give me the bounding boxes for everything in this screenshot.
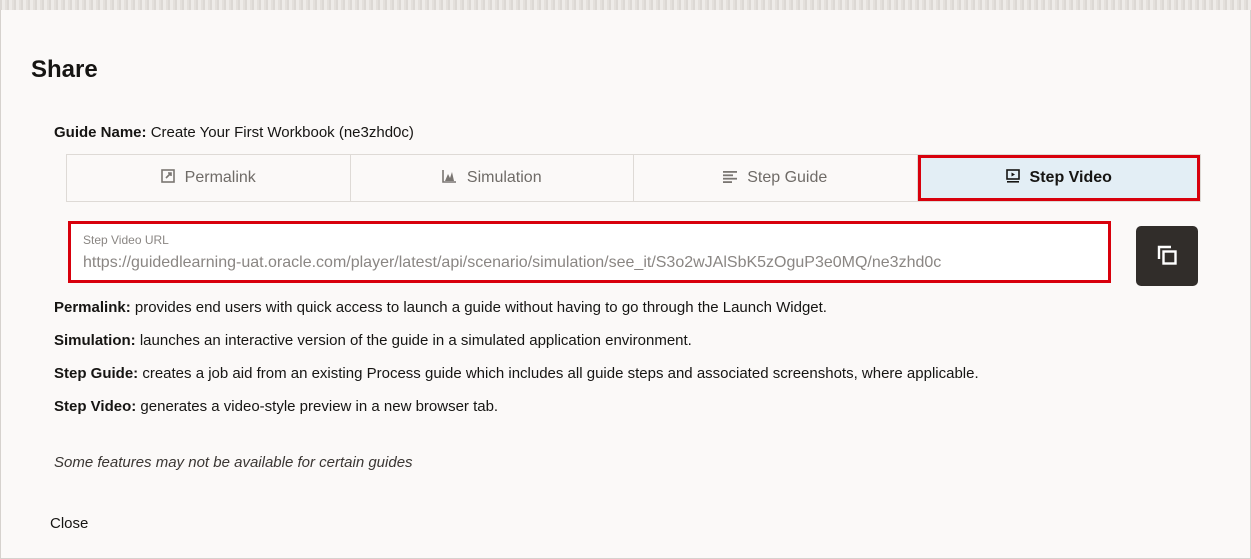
- description-text: launches an interactive version of the g…: [135, 332, 692, 349]
- description-text: generates a video-style preview in a new…: [136, 398, 499, 415]
- guide-name: Guide Name: Create Your First Workbook (…: [54, 124, 414, 141]
- availability-note: Some features may not be available for c…: [54, 454, 413, 471]
- copy-url-button[interactable]: [1136, 226, 1198, 286]
- tab-permalink-label: Permalink: [184, 169, 256, 186]
- description-text: provides end users with quick access to …: [130, 299, 827, 316]
- dialog-title: Share: [31, 56, 98, 83]
- external-link-icon: [160, 169, 175, 187]
- description-text: creates a job aid from an existing Proce…: [138, 365, 979, 382]
- tab-simulation[interactable]: Simulation: [351, 155, 634, 201]
- step-video-url-field: Step Video URL: [68, 221, 1111, 283]
- description-term: Step Video:: [54, 398, 137, 415]
- guide-name-label: Guide Name:: [54, 124, 147, 141]
- tab-step-video-label: Step Video: [1029, 169, 1112, 186]
- step-video-url-input[interactable]: [83, 254, 1103, 272]
- step-video-url-label: Step Video URL: [83, 233, 169, 247]
- share-type-tabs: Permalink Simulation Step Guide Step Vid…: [66, 154, 1201, 202]
- tab-simulation-label: Simulation: [466, 169, 542, 186]
- top-texture-strip: [0, 0, 1251, 10]
- description-term: Step Guide:: [54, 365, 139, 382]
- description-step-guide: Step Guide: creates a job aid from an ex…: [54, 365, 979, 382]
- description-term: Permalink:: [54, 299, 131, 316]
- guide-name-value: Create Your First Workbook (ne3zhd0c): [150, 124, 414, 141]
- tab-step-video[interactable]: Step Video: [917, 155, 1200, 201]
- close-button[interactable]: Close: [50, 515, 88, 532]
- tab-permalink[interactable]: Permalink: [67, 155, 351, 201]
- description-permalink: Permalink: provides end users with quick…: [54, 299, 827, 316]
- description-simulation: Simulation: launches an interactive vers…: [54, 332, 692, 349]
- video-icon: [1005, 169, 1020, 187]
- description-step-video: Step Video: generates a video-style prev…: [54, 398, 498, 415]
- copy-icon: [1156, 244, 1178, 269]
- list-icon: [723, 170, 738, 187]
- chart-icon: [442, 169, 457, 187]
- description-term: Simulation:: [54, 332, 136, 349]
- tab-step-guide-label: Step Guide: [747, 169, 828, 186]
- share-dialog: Share Guide Name: Create Your First Work…: [0, 10, 1251, 559]
- tab-step-guide[interactable]: Step Guide: [634, 155, 918, 201]
